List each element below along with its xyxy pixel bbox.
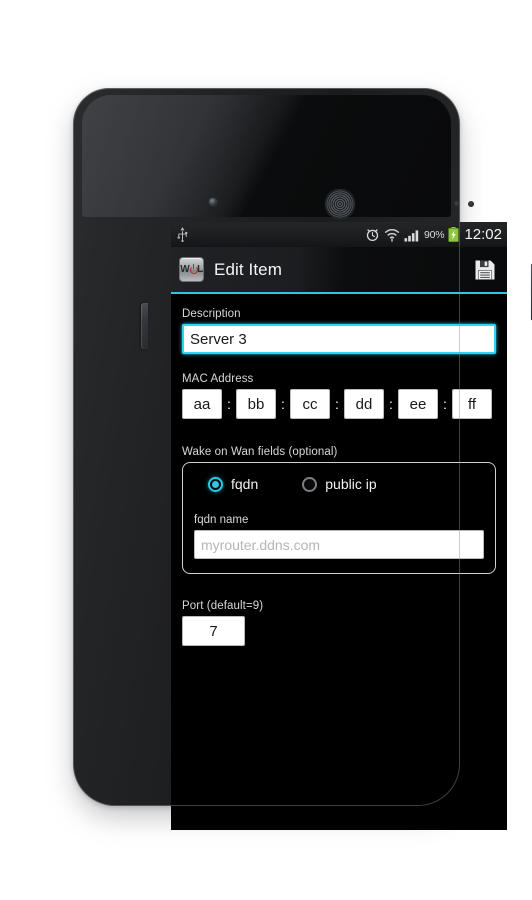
mac-address-field-block: MAC Address : : : : : (182, 373, 496, 419)
mac-separator-3: : (335, 396, 339, 412)
mac-separator-5: : (443, 396, 447, 412)
wifi-icon (384, 228, 400, 242)
radio-label-fqdn: fqdn (231, 476, 259, 492)
phone-top-glass (82, 95, 451, 217)
radio-public-ip-dot (306, 481, 313, 488)
power-symbol-icon (189, 264, 198, 274)
wol-app-icon-label: WL (180, 263, 203, 275)
port-label: Port (default=9) (182, 600, 264, 612)
radio-button-public-ip-icon[interactable] (302, 476, 318, 492)
wol-letter-w: W (180, 263, 190, 275)
mac-octet-6[interactable] (452, 389, 492, 419)
mac-octet-4[interactable] (344, 389, 384, 419)
mac-separator-2: : (281, 396, 285, 412)
proximity-sensor-icon (454, 201, 460, 207)
mac-address-label: MAC Address (182, 373, 254, 385)
status-bar-left-icons (177, 227, 365, 242)
camera-dot-icon (209, 198, 217, 206)
fqdn-name-input[interactable] (194, 530, 484, 559)
status-bar-right-icons: 90% 12:02 (365, 226, 502, 243)
phone-screen: 90% 12:02 WL Edit Item Description Serve… (171, 222, 507, 830)
phone-device: 90% 12:02 WL Edit Item Description Serve… (73, 88, 532, 830)
mac-octet-5[interactable] (398, 389, 438, 419)
edit-item-form: Description MAC Address : : : : : (171, 294, 507, 830)
action-bar: WL Edit Item (171, 247, 507, 292)
wol-letter-l: L (197, 263, 203, 275)
wake-on-wan-group: fqdn public ip fqdn name (182, 462, 496, 574)
alarm-clock-icon (366, 229, 379, 242)
volume-button[interactable] (141, 303, 148, 349)
usb-icon (177, 227, 188, 242)
description-label: Description (182, 308, 241, 320)
save-floppy-icon (475, 260, 495, 280)
light-sensor-icon (468, 201, 474, 207)
port-input[interactable] (182, 616, 245, 646)
mac-separator-4: : (389, 396, 393, 412)
earpiece-speaker-icon (325, 189, 355, 219)
mac-octet-3[interactable] (290, 389, 330, 419)
mac-address-row: : : : : : (182, 389, 496, 419)
mac-separator-1: : (227, 396, 231, 412)
fqdn-name-label: fqdn name (194, 514, 249, 526)
fqdn-name-field-block: fqdn name (194, 514, 484, 559)
wake-on-wan-label: Wake on Wan fields (optional) (182, 446, 338, 458)
radio-label-public-ip: public ip (325, 476, 377, 492)
battery-charging-icon (448, 227, 460, 242)
wan-mode-radio-group: fqdn public ip (194, 476, 484, 492)
status-bar: 90% 12:02 (171, 222, 507, 247)
port-field-block: Port (default=9) (182, 600, 496, 646)
wol-app-icon[interactable]: WL (179, 257, 204, 282)
description-field-block: Description (182, 308, 496, 354)
mac-octet-1[interactable] (182, 389, 222, 419)
battery-percent-label: 90% (424, 228, 445, 241)
page-title: Edit Item (214, 259, 282, 279)
radio-option-public-ip[interactable]: public ip (302, 476, 377, 492)
radio-option-fqdn[interactable]: fqdn (208, 476, 258, 492)
radio-fqdn-dot (212, 480, 219, 488)
status-bar-clock: 12:02 (464, 226, 502, 243)
radio-button-fqdn-icon[interactable] (208, 476, 223, 492)
cellular-signal-icon (404, 229, 419, 241)
wake-on-wan-block: Wake on Wan fields (optional) fqdn publi… (182, 446, 496, 574)
save-button[interactable] (472, 257, 498, 283)
mac-octet-2[interactable] (236, 389, 276, 419)
description-input[interactable] (182, 324, 496, 354)
